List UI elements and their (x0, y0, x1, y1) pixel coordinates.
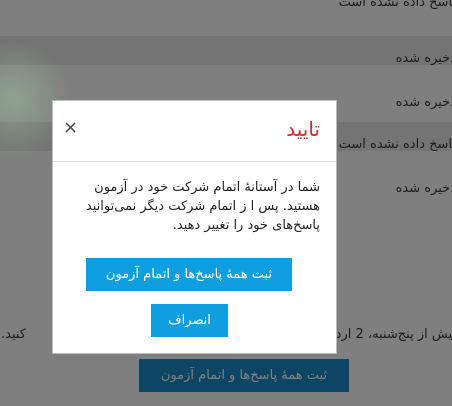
close-icon[interactable]: × (63, 119, 78, 137)
confirm-submit-button[interactable]: ثبت همهٔ پاسخ‌ها و اتمام آزمون (86, 258, 292, 291)
dialog-header: تایید × (53, 101, 336, 162)
dialog-title: تایید (286, 117, 320, 141)
cancel-button[interactable]: انصراف (151, 304, 228, 337)
confirm-dialog: تایید × شما در آستانهٔ اتمام شرکت خود در… (52, 100, 337, 354)
dialog-message: شما در آستانهٔ اتمام شرکت خود در آزمون ه… (85, 180, 320, 233)
